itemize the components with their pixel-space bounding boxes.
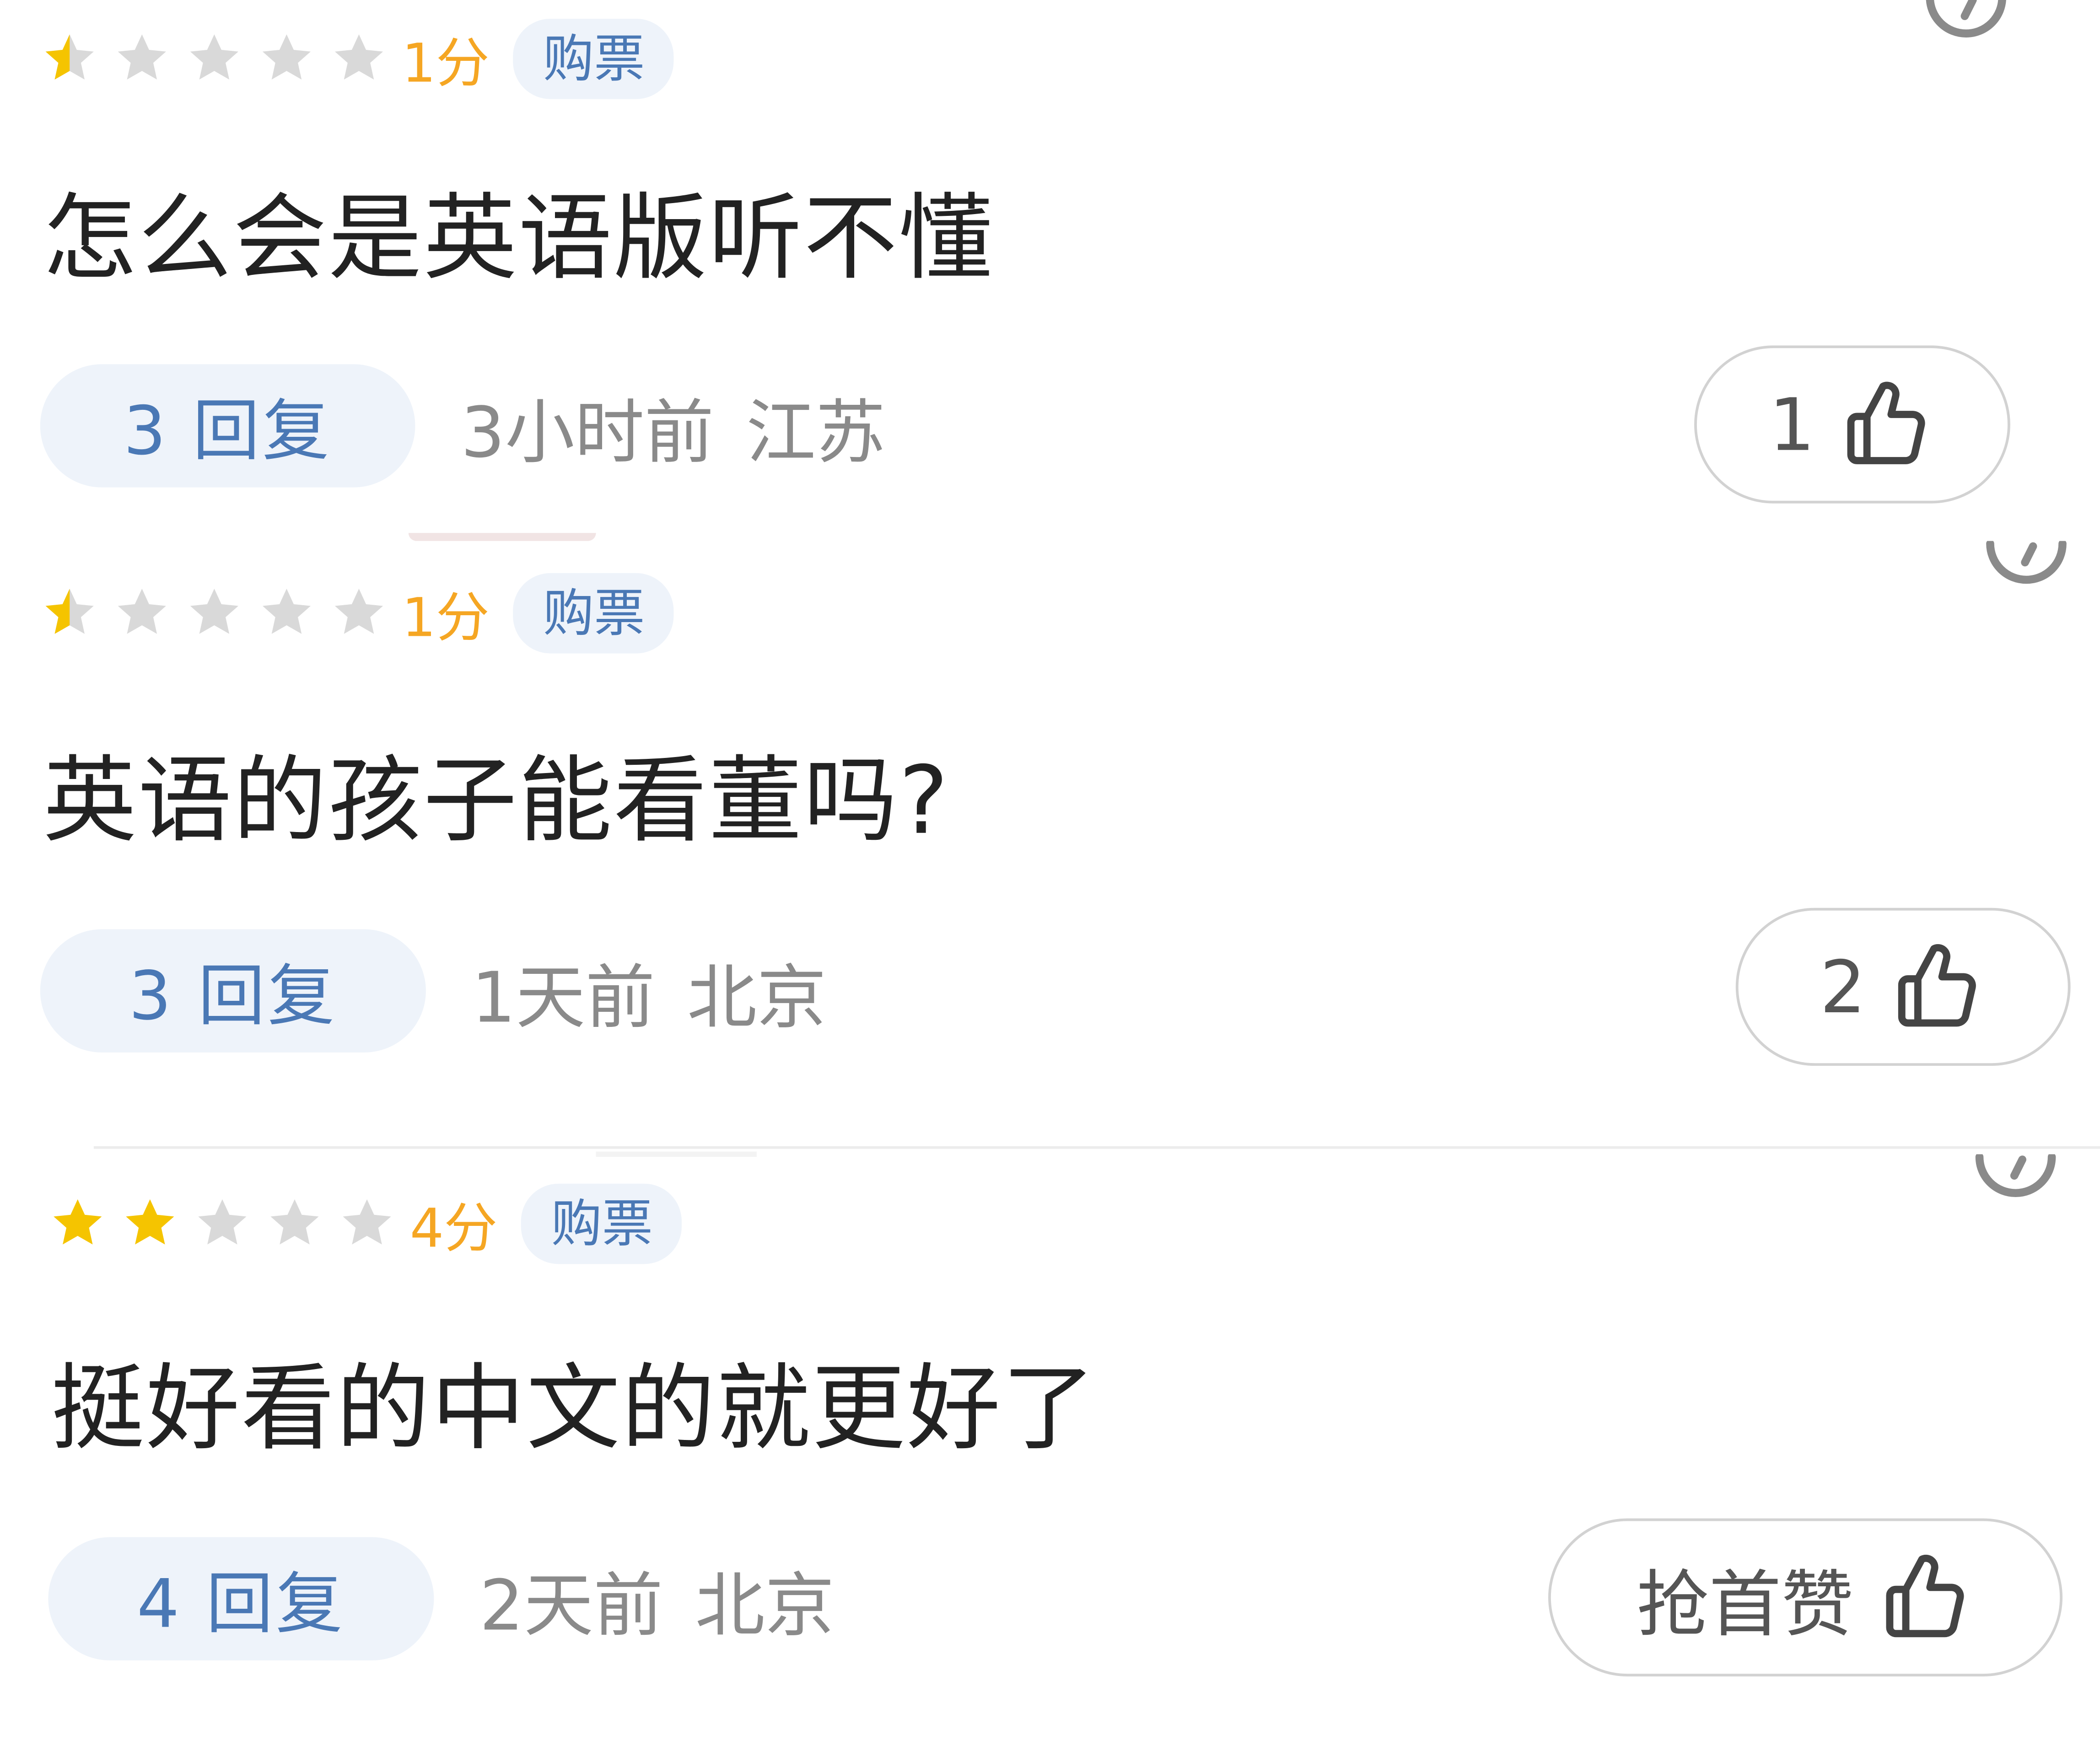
meta-info: 1天前 北京 bbox=[471, 940, 826, 1041]
location: 北京 bbox=[695, 1566, 835, 1647]
review-content: 怎么会是英语版听不懂 bbox=[43, 183, 994, 294]
location: 北京 bbox=[687, 958, 827, 1039]
rating-row: 4分 购票 bbox=[48, 1183, 683, 1264]
like-count: 2 bbox=[1820, 945, 1866, 1029]
thumb-up-icon bbox=[1839, 376, 1936, 473]
location: 江苏 bbox=[746, 393, 886, 473]
star-empty-icon bbox=[193, 1194, 252, 1253]
review-content: 英语的孩子能看董吗? bbox=[43, 746, 950, 856]
meta-info: 2天前 北京 bbox=[479, 1548, 835, 1649]
star-empty-icon bbox=[265, 1194, 324, 1253]
purchase-tag: 购票 bbox=[513, 18, 674, 99]
star-rating bbox=[48, 1194, 409, 1253]
meta-row: 4 回复 2天前 北京 bbox=[48, 1537, 835, 1660]
star-rating bbox=[40, 29, 402, 88]
like-label: 抢首赞 bbox=[1637, 1562, 1854, 1647]
purchase-tag: 购票 bbox=[513, 573, 674, 654]
like-button[interactable]: 抢首赞 bbox=[1548, 1518, 2063, 1676]
star-empty-icon bbox=[113, 584, 172, 643]
star-empty-icon bbox=[185, 584, 244, 643]
star-empty-icon bbox=[257, 584, 316, 643]
star-empty-icon bbox=[185, 29, 244, 88]
meta-row: 3 回复 1天前 北京 bbox=[40, 929, 827, 1053]
reply-button[interactable]: 4 回复 bbox=[48, 1537, 434, 1660]
review-list: 1分 购票 怎么会是英语版听不懂 3 回复 3小时前 江苏 1 1分 购票 英语… bbox=[0, 0, 2100, 1749]
more-icon[interactable] bbox=[1980, 541, 2073, 595]
more-icon[interactable] bbox=[1969, 1154, 2062, 1208]
reply-button[interactable]: 3 回复 bbox=[40, 929, 426, 1053]
star-empty-icon bbox=[338, 1194, 397, 1253]
star-empty-icon bbox=[257, 29, 316, 88]
star-filled-icon bbox=[120, 1194, 179, 1253]
more-icon[interactable] bbox=[1919, 0, 2013, 43]
thumb-up-icon bbox=[1878, 1549, 1974, 1646]
star-empty-icon bbox=[113, 29, 172, 88]
timestamp: 2天前 bbox=[479, 1566, 663, 1647]
meta-row: 3 回复 3小时前 江苏 bbox=[40, 364, 885, 488]
meta-info: 3小时前 江苏 bbox=[461, 376, 885, 476]
reply-button[interactable]: 3 回复 bbox=[40, 364, 415, 488]
star-rating bbox=[40, 584, 402, 643]
star-filled-icon bbox=[48, 1194, 107, 1253]
like-button[interactable]: 1 bbox=[1694, 345, 2010, 504]
timestamp: 1天前 bbox=[471, 958, 655, 1039]
rating-row: 1分 购票 bbox=[40, 573, 674, 654]
score-label: 1分 bbox=[402, 33, 490, 95]
star-empty-icon bbox=[329, 584, 388, 643]
divider-accent bbox=[408, 533, 596, 541]
review-content: 挺好看的中文的就更好了 bbox=[51, 1354, 1097, 1464]
star-empty-icon bbox=[329, 29, 388, 88]
rating-row: 1分 购票 bbox=[40, 18, 674, 99]
half-star-icon bbox=[40, 584, 99, 643]
like-button[interactable]: 2 bbox=[1735, 908, 2071, 1066]
like-count: 1 bbox=[1769, 382, 1815, 467]
thumb-up-icon bbox=[1890, 939, 1987, 1035]
purchase-tag: 购票 bbox=[522, 1183, 683, 1264]
score-label: 1分 bbox=[402, 588, 490, 650]
divider-accent bbox=[596, 1151, 757, 1157]
divider bbox=[93, 1146, 2100, 1149]
half-star-icon bbox=[40, 29, 99, 88]
timestamp: 3小时前 bbox=[460, 393, 714, 473]
score-label: 4分 bbox=[409, 1198, 498, 1260]
